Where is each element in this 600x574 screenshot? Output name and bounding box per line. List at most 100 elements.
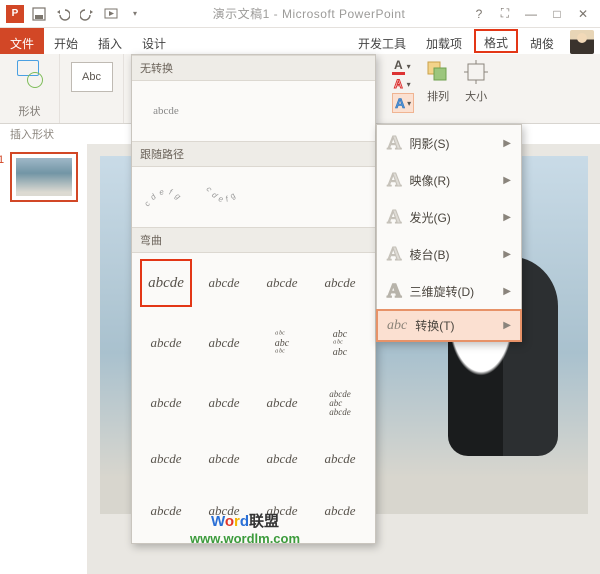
- gallery-item-path-circle[interactable]: b c d e f G h i j: [256, 173, 308, 221]
- gallery-item-warp-ringin[interactable]: ᵃᵇᶜabcᵃᵇᶜ: [256, 319, 308, 367]
- gallery-item-warp-wave1[interactable]: abcde: [140, 491, 192, 531]
- app-icon[interactable]: P: [6, 5, 24, 23]
- maximize-button[interactable]: □: [546, 5, 568, 23]
- size-button[interactable]: 大小: [462, 58, 490, 119]
- arrange-button[interactable]: 排列: [424, 58, 452, 119]
- arrange-icon: [424, 58, 452, 86]
- shapes-group: 形状: [0, 54, 60, 123]
- insert-shape-icon[interactable]: [13, 58, 47, 92]
- rotation3d-icon: A: [387, 280, 401, 303]
- fx-3d-rotation[interactable]: A 三维旋转(D) ▶: [377, 273, 521, 310]
- gallery-item-warp-stop[interactable]: abcde: [198, 259, 250, 307]
- tab-hujun[interactable]: 胡俊: [520, 28, 564, 54]
- gallery-section-bend: 弯曲: [132, 227, 375, 253]
- user-avatar[interactable]: [570, 30, 594, 54]
- watermark: Word联盟 www.wordlm.com: [190, 510, 300, 546]
- tab-file[interactable]: 文件: [0, 28, 44, 54]
- fx-bevel[interactable]: A 棱台(B) ▶: [377, 236, 521, 273]
- fx-reflection[interactable]: A 映像(R) ▶: [377, 162, 521, 199]
- fx-shadow[interactable]: A阴影(S)▶: [377, 125, 521, 162]
- fx-reflection-label: 映像(R): [409, 172, 450, 189]
- text-fill-stack: A▾ A▾ A▾: [392, 58, 414, 119]
- svg-text:b c d e f G h i j: b c d e f G h i j: [258, 177, 306, 179]
- transform-gallery: 无转换 abcde 跟随路径 c d e f g c d e f g b c d…: [131, 54, 376, 544]
- svg-text:c d e f g: c d e f g: [142, 187, 183, 208]
- text-effects-button[interactable]: A▾: [392, 93, 414, 113]
- gallery-item-warp-tridown[interactable]: abcde: [314, 259, 366, 307]
- size-icon: [462, 58, 490, 86]
- reflection-icon: A: [387, 169, 401, 192]
- fx-transform[interactable]: abc 转换(T) ▶: [376, 309, 522, 342]
- slide-thumbnail-1[interactable]: [10, 152, 78, 202]
- fx-transform-label: 转换(T): [415, 317, 454, 334]
- chevron-right-icon: ▶: [503, 175, 511, 186]
- shapes-label: 形状: [19, 103, 41, 119]
- gallery-item-warp-chevup[interactable]: abcde: [140, 319, 192, 367]
- chevron-right-icon: ▶: [503, 249, 511, 260]
- slideshow-icon[interactable]: [102, 5, 120, 23]
- help-button[interactable]: ?: [468, 5, 490, 23]
- ribbon-right: A▾ A▾ A▾ 排列 大小: [384, 54, 498, 123]
- chevron-right-icon: ▶: [503, 286, 511, 297]
- fx-glow-label: 发光(G): [409, 209, 450, 226]
- size-label: 大小: [465, 88, 487, 104]
- tab-format[interactable]: 格式: [474, 29, 518, 53]
- gallery-item-warp-archup[interactable]: abcde: [140, 379, 192, 427]
- tab-addins[interactable]: 加载项: [416, 28, 472, 54]
- gallery-section-follow-path: 跟随路径: [132, 141, 375, 167]
- slide-panel: 1: [0, 144, 88, 574]
- window-controls: ? ⛶ — □ ✕: [468, 5, 600, 23]
- tab-home[interactable]: 开始: [44, 28, 88, 54]
- undo-icon[interactable]: [54, 5, 72, 23]
- chevron-right-icon: ▶: [503, 320, 511, 331]
- title-bar: P ▾ 演示文稿1 - Microsoft PowerPoint ? ⛶ — □…: [0, 0, 600, 28]
- glow-icon: A: [387, 206, 401, 229]
- gallery-item-warp-chevdown[interactable]: abcde: [198, 319, 250, 367]
- fx-bevel-label: 棱台(B): [409, 246, 449, 263]
- fx-shadow-label: 阴影(S): [409, 135, 449, 152]
- ribbon-tabs: 文件 开始 插入 设计 开发工具 加载项 格式 胡俊: [0, 28, 600, 54]
- fx-glow[interactable]: A 发光(G) ▶: [377, 199, 521, 236]
- transform-icon: abc: [387, 318, 407, 334]
- gallery-section-no-transform: 无转换: [132, 55, 375, 81]
- gallery-item-warp-curvedown[interactable]: abcde: [198, 439, 250, 479]
- gallery-item-path-arch[interactable]: c d e f g: [140, 173, 192, 221]
- fx-rotation-label: 三维旋转(D): [409, 283, 474, 300]
- slide-number: 1: [0, 154, 4, 166]
- bevel-icon: A: [387, 243, 401, 266]
- svg-text:c d e f g: c d e f g: [204, 185, 237, 204]
- gallery-item-warp-candown[interactable]: abcde: [314, 439, 366, 479]
- gallery-item-warp-canup[interactable]: abcde: [256, 439, 308, 479]
- gallery-item-warp-plain[interactable]: abcde: [140, 259, 192, 307]
- text-outline-button[interactable]: A▾: [392, 77, 414, 91]
- gallery-item-warp-ringout[interactable]: abcᵃᵇᶜabc: [314, 319, 366, 367]
- window-title: 演示文稿1 - Microsoft PowerPoint: [150, 5, 468, 22]
- redo-icon[interactable]: [78, 5, 96, 23]
- shape-styles-group: Abc: [60, 54, 124, 123]
- arrange-label: 排列: [427, 88, 449, 104]
- tab-insert[interactable]: 插入: [88, 28, 132, 54]
- chevron-right-icon: ▶: [503, 212, 511, 223]
- save-icon[interactable]: [30, 5, 48, 23]
- gallery-item-path-arch-down[interactable]: c d e f g: [198, 173, 250, 221]
- gallery-item-warp-curveup[interactable]: abcde: [140, 439, 192, 479]
- gallery-item-warp-circle[interactable]: abcde: [256, 379, 308, 427]
- gallery-item-warp-button[interactable]: abcdeabcabcde: [314, 379, 366, 427]
- tab-devtools[interactable]: 开发工具: [348, 28, 416, 54]
- gallery-item-warp-archdown[interactable]: abcde: [198, 379, 250, 427]
- quick-access-toolbar: P ▾: [0, 5, 150, 23]
- ribbon-display-button[interactable]: ⛶: [494, 5, 516, 23]
- shape-style-preview[interactable]: Abc: [71, 62, 113, 92]
- gallery-item-warp-triup[interactable]: abcde: [256, 259, 308, 307]
- text-effects-menu: A 阴影(S) ▶ A 映像(R) ▶ A 发光(G) ▶ A 棱台(B) ▶ A 三维旋转(D)…: [376, 124, 522, 342]
- watermark-url: www.wordlm.com: [190, 531, 300, 546]
- qat-more-icon[interactable]: ▾: [126, 5, 144, 23]
- close-button[interactable]: ✕: [572, 5, 594, 23]
- watermark-brand: Word联盟: [190, 510, 300, 531]
- shadow-icon: A: [387, 132, 401, 155]
- gallery-item-none[interactable]: abcde: [140, 87, 192, 135]
- gallery-item-warp-dblwave2[interactable]: abcde: [314, 491, 366, 531]
- text-fill-button[interactable]: A▾: [392, 58, 414, 75]
- minimize-button[interactable]: —: [520, 5, 542, 23]
- tab-design[interactable]: 设计: [132, 28, 176, 54]
